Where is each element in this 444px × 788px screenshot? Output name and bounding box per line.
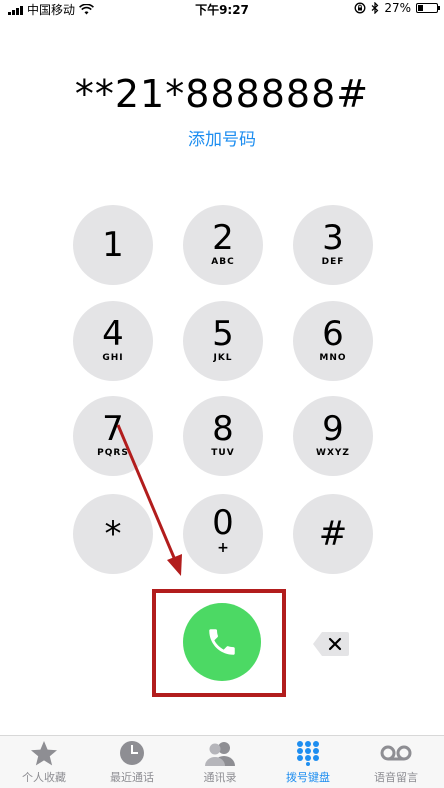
- key-6[interactable]: 6 MNO: [293, 301, 373, 381]
- key-hash[interactable]: #: [293, 494, 373, 574]
- status-right: 27%: [354, 1, 440, 15]
- key-digit: 6: [322, 314, 344, 354]
- tab-label: 个人收藏: [22, 771, 66, 784]
- key-letters: JKL: [213, 353, 233, 363]
- key-8[interactable]: 8 TUV: [183, 396, 263, 476]
- tab-keypad[interactable]: 拨号键盘: [264, 740, 352, 785]
- key-digit: 0: [212, 503, 234, 543]
- key-digit: 9: [322, 409, 344, 449]
- add-number-link[interactable]: 添加号码: [0, 125, 444, 150]
- key-letters: GHI: [102, 353, 124, 363]
- call-button[interactable]: [183, 603, 261, 681]
- key-letters: TUV: [211, 448, 235, 458]
- key-2[interactable]: 2 ABC: [183, 205, 263, 285]
- key-digit: 3: [322, 218, 344, 258]
- tab-label: 通讯录: [203, 771, 237, 784]
- phone-icon: [209, 629, 235, 655]
- clock-icon: [120, 741, 144, 765]
- battery-icon: [416, 3, 440, 13]
- key-9[interactable]: 9 WXYZ: [293, 396, 373, 476]
- backspace-icon[interactable]: [312, 631, 350, 657]
- tab-label: 最近通话: [110, 771, 154, 784]
- key-digit: 5: [212, 314, 234, 354]
- voicemail-icon: [380, 745, 412, 761]
- key-5[interactable]: 5 JKL: [183, 301, 263, 381]
- battery-percent: 27%: [384, 1, 411, 15]
- key-letters: WXYZ: [316, 448, 350, 458]
- tab-label: 拨号键盘: [286, 771, 330, 784]
- key-7[interactable]: 7 PQRS: [73, 396, 153, 476]
- key-letters: ABC: [211, 257, 235, 267]
- key-letters: +: [217, 540, 229, 556]
- status-bar: 中国移动 下午9:27 27%: [0, 0, 444, 20]
- key-digit: 4: [102, 314, 124, 354]
- tab-voicemail[interactable]: 语音留言: [352, 740, 440, 785]
- key-letters: PQRS: [97, 448, 129, 458]
- tab-label: 语音留言: [374, 771, 418, 784]
- dialed-number: **21*888888#: [74, 72, 370, 116]
- key-digit: #: [318, 514, 348, 554]
- key-letters: MNO: [319, 353, 347, 363]
- keypad-icon: [297, 741, 319, 766]
- key-star[interactable]: *: [73, 494, 153, 574]
- star-icon: [31, 741, 57, 766]
- key-4[interactable]: 4 GHI: [73, 301, 153, 381]
- key-digit: 7: [102, 409, 124, 449]
- battery-level: [418, 5, 423, 11]
- rotation-lock-icon: [354, 2, 366, 14]
- key-0[interactable]: 0 +: [183, 494, 263, 574]
- contacts-icon: [205, 742, 235, 766]
- key-1[interactable]: 1: [73, 205, 153, 285]
- key-letters: DEF: [321, 257, 345, 267]
- key-digit: *: [104, 514, 122, 554]
- key-digit: 2: [212, 218, 234, 258]
- key-digit: 1: [102, 225, 124, 265]
- tab-bar: 个人收藏 最近通话 通讯录 拨号键盘 语音留言: [0, 735, 444, 788]
- key-digit: 8: [212, 409, 234, 449]
- tab-contacts[interactable]: 通讯录: [176, 740, 264, 785]
- key-3[interactable]: 3 DEF: [293, 205, 373, 285]
- tab-recents[interactable]: 最近通话: [88, 740, 176, 785]
- tab-favorites[interactable]: 个人收藏: [0, 740, 88, 785]
- bluetooth-icon: [371, 2, 379, 14]
